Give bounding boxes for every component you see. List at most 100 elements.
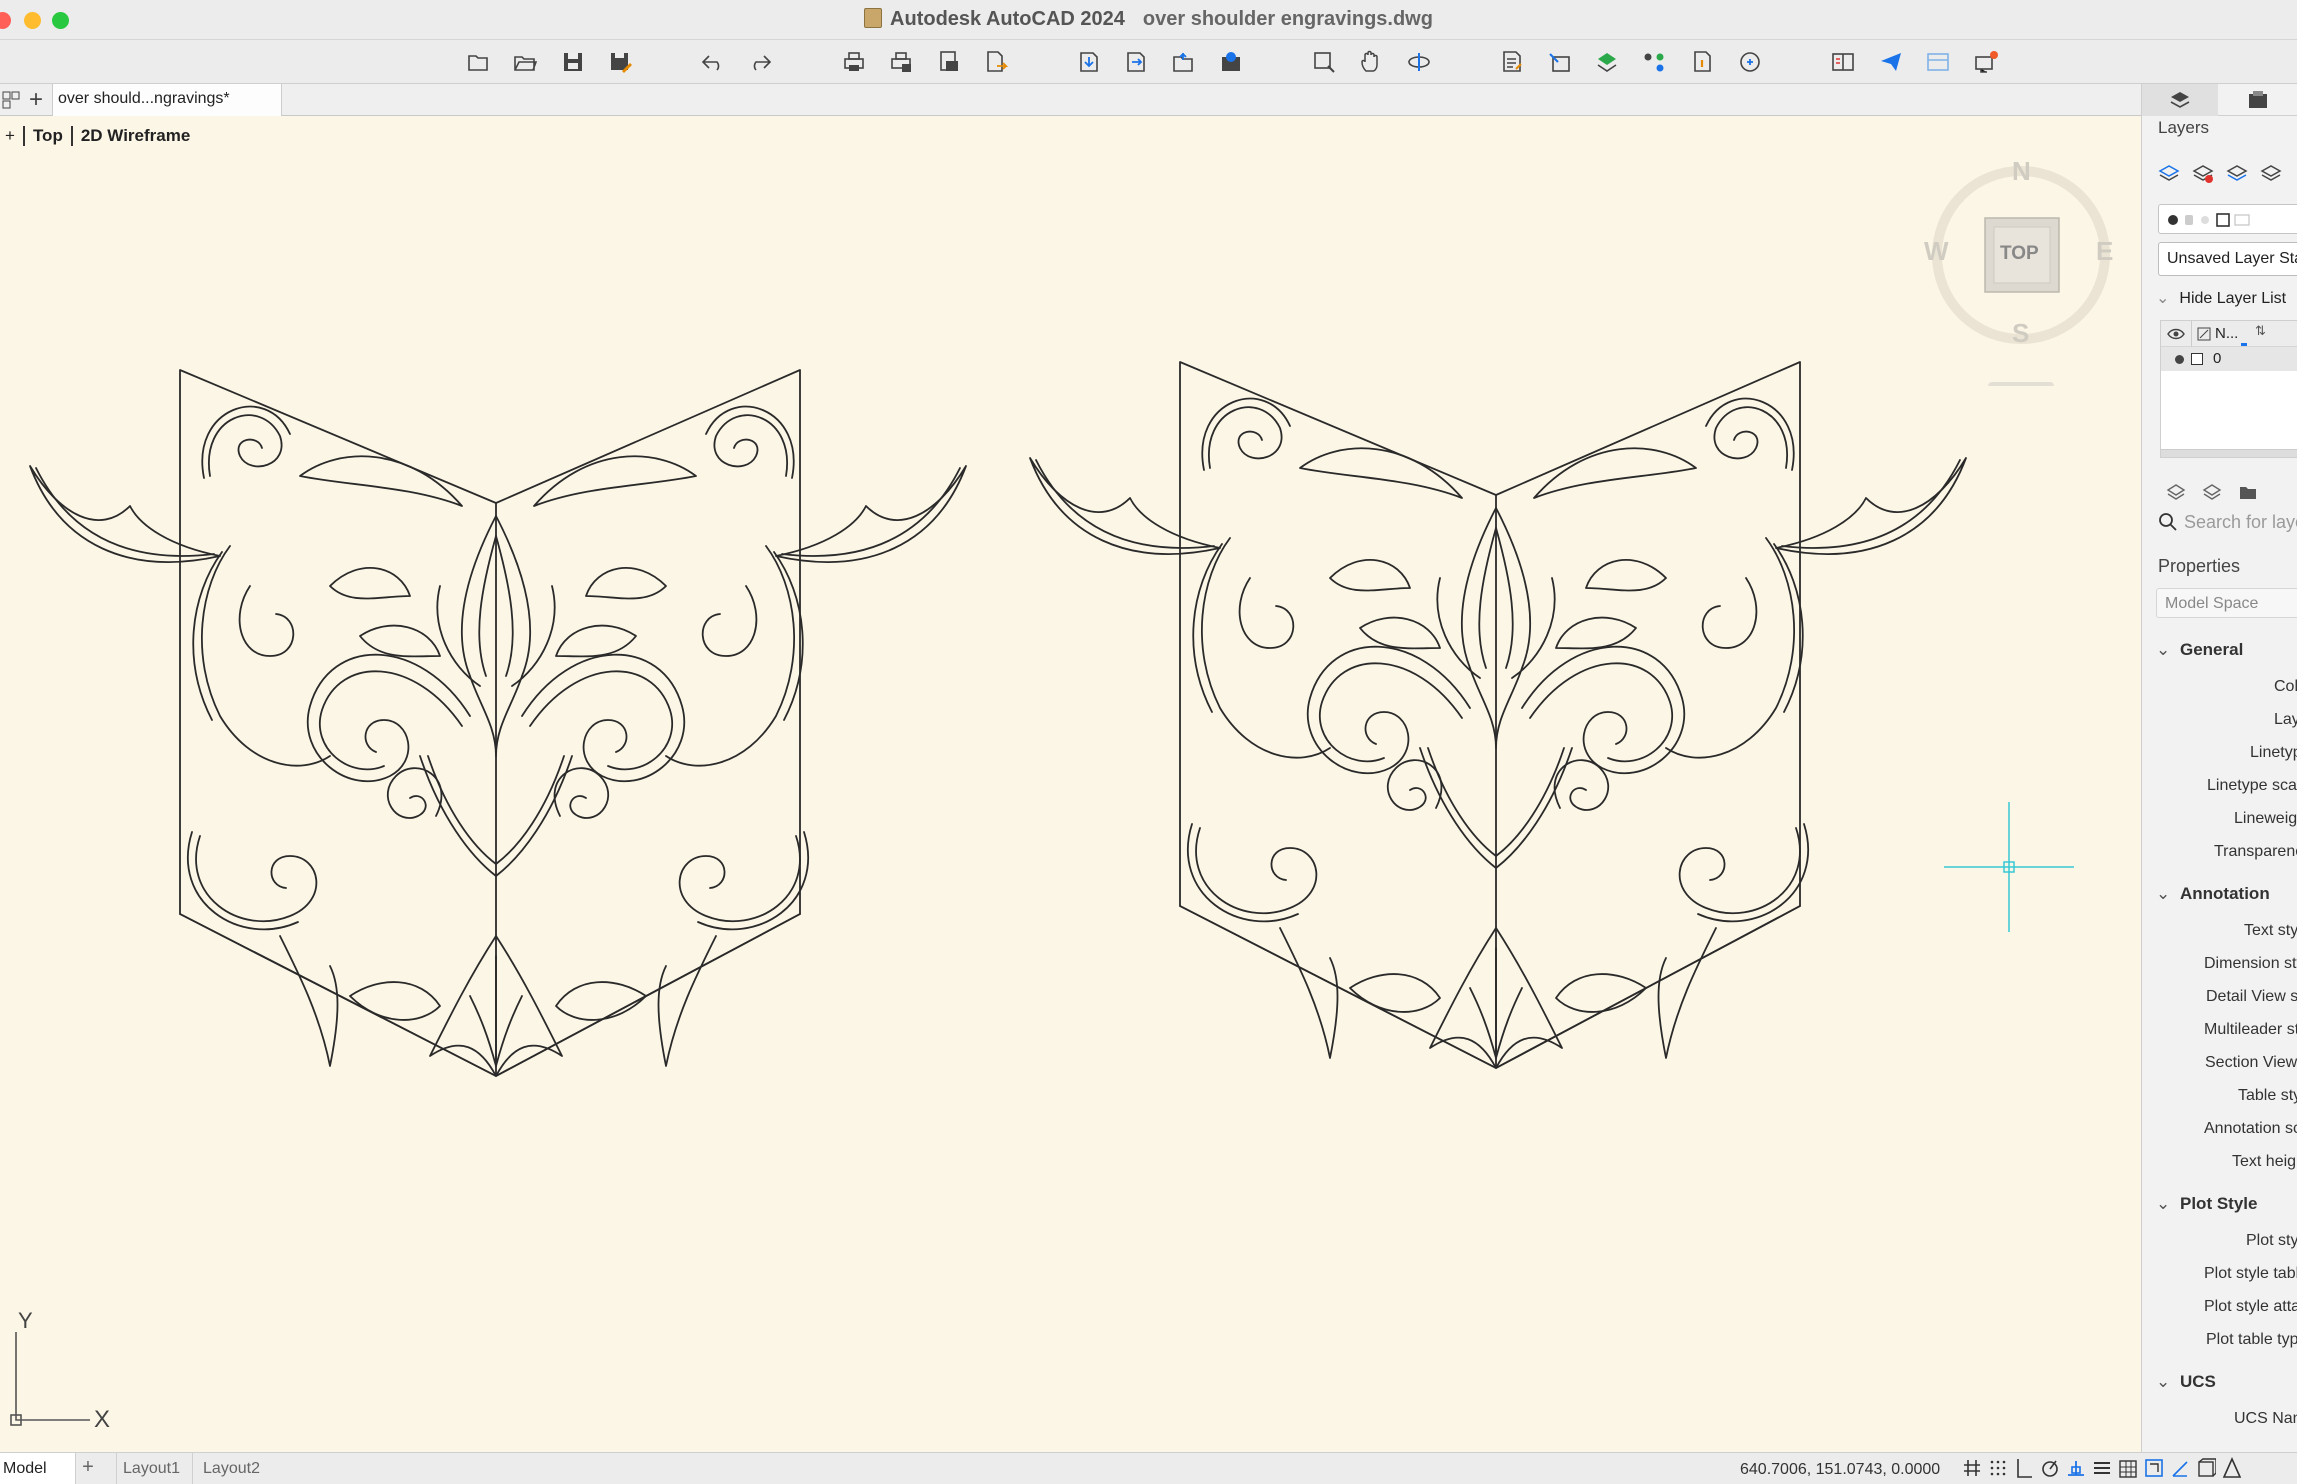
layer-properties-icon[interactable] [1498,48,1526,76]
title-bar: Autodesk AutoCAD 2024 over shoulder engra… [0,0,2297,40]
annotation-scale-icon[interactable] [2222,1457,2242,1479]
hide-layer-list-label: Hide Layer List [2179,290,2287,307]
document-tab-bar: + over should...ngravings* [0,84,2141,116]
layers-tab[interactable] [2142,84,2218,116]
layer-name: 0 [2213,350,2222,367]
selection-dropdown[interactable]: Model Space [2156,588,2297,618]
chevron-down-icon: ⌄ [2156,1372,2171,1391]
layer-bottom-tools [2166,482,2258,502]
prop-plot-style-table: Plot style table [2204,1265,2297,1282]
selection-cycling-icon[interactable] [2144,1457,2164,1479]
prop-text-height: Text height [2232,1153,2297,1170]
start-tab-grid-icon[interactable] [2,90,20,110]
save-as-icon[interactable] [607,48,635,76]
hide-layer-list-toggle[interactable]: ⌄ Hide Layer List [2156,288,2286,308]
import-icon[interactable] [1075,48,1103,76]
compare-icon[interactable] [1829,48,1857,76]
workspace-icon[interactable] [2196,1457,2216,1479]
prop-detail-view-style: Detail View style [2206,988,2297,1005]
viewcube[interactable]: N S E W TOP [1916,136,2126,394]
match-properties-icon[interactable] [1688,48,1716,76]
blocks-tab[interactable] [2220,84,2296,116]
ortho-icon[interactable] [2014,1457,2034,1479]
viewcube-south[interactable]: S [2012,318,2029,349]
export-icon[interactable] [1122,48,1150,76]
osnap-icon[interactable] [2066,1457,2086,1479]
prop-lineweight: Lineweight [2234,810,2297,827]
add-layout-plus-icon[interactable]: + [76,1453,100,1484]
prop-plot-style-attached: Plot style attached to [2204,1298,2297,1315]
prop-linetype-scale: Linetype scale [2207,777,2297,794]
layer-list-header: N... ⇅ [2161,321,2297,347]
properties-title: Properties [2158,556,2241,576]
prop-plot-table-type: Plot table type [2206,1331,2297,1348]
orbit-icon[interactable] [1405,48,1433,76]
new-layer-vp-icon[interactable] [2192,162,2214,184]
block-editor-icon[interactable] [1546,48,1574,76]
new-icon[interactable] [464,48,492,76]
layer-states-icon[interactable] [2226,162,2248,184]
new-layer-icon[interactable] [2158,162,2180,184]
zoom-window-icon[interactable] [1310,48,1338,76]
open-icon[interactable] [511,48,539,76]
grid-icon[interactable] [1962,1457,1982,1479]
chevron-down-icon: ⌄ [2156,640,2171,659]
dynamic-ucs-icon[interactable] [2170,1457,2190,1479]
layer-color-swatch[interactable] [2191,353,2203,365]
notifications-icon[interactable] [1972,48,2000,76]
layer-name-column[interactable]: N... [2215,325,2238,342]
markup-icon[interactable] [1924,48,1952,76]
layer-search[interactable]: Search for layer [2158,512,2297,542]
snap-icon[interactable] [1988,1457,2008,1479]
group-ucs[interactable]: ⌄ UCS [2156,1372,2216,1392]
layer-settings-icon[interactable] [2260,162,2282,184]
quick-select-icon[interactable] [1736,48,1764,76]
model-tab[interactable]: Model [0,1453,76,1484]
layer-color-icon [2197,327,2211,341]
xref-icon[interactable] [1593,48,1621,76]
group-general[interactable]: ⌄ General [2156,640,2243,660]
prop-plot-style: Plot style [2246,1232,2297,1249]
layer-list: N... ⇅ 0 [2160,320,2297,458]
layer-state-dropdown[interactable]: Unsaved Layer State [2158,242,2297,276]
layer-filter-bar[interactable] [2158,204,2297,234]
group-plot-style[interactable]: ⌄ Plot Style [2156,1194,2257,1214]
publish-icon[interactable] [982,48,1010,76]
prop-table-style: Table style [2238,1087,2297,1104]
attach-icon[interactable] [1169,48,1197,76]
group-annotation[interactable]: ⌄ Annotation [2156,884,2270,904]
prop-dimension-style: Dimension style [2204,955,2297,972]
pan-icon[interactable] [1357,48,1385,76]
layout2-tab[interactable]: Layout2 [192,1453,270,1484]
polar-icon[interactable] [2040,1457,2060,1479]
group-icon[interactable] [1640,48,1668,76]
plot-icon[interactable] [840,48,868,76]
layer-row[interactable]: 0 [2161,347,2297,371]
undo-icon[interactable] [699,48,727,76]
group-annotation-label: Annotation [2180,884,2270,903]
transparency-icon[interactable] [2118,1457,2138,1479]
layer-group-icon[interactable] [2202,482,2222,502]
search-placeholder: Search for layer [2184,512,2297,532]
viewcube-west[interactable]: W [1924,236,1949,267]
web-publish-icon[interactable] [1217,48,1245,76]
drawing-canvas[interactable]: + Top 2D Wireframe N S E W TOP Y X [0,116,2141,1452]
redo-icon[interactable] [746,48,774,76]
save-icon[interactable] [559,48,587,76]
document-tab[interactable]: over should...ngravings* [52,84,282,116]
lineweight-icon[interactable] [2092,1457,2112,1479]
viewcube-north[interactable]: N [2012,156,2031,187]
layer-list-scrollbar[interactable] [2161,449,2297,457]
layout1-tab[interactable]: Layout1 [116,1453,186,1484]
layer-filter-icon[interactable] [2166,482,2186,502]
plot-preview-icon[interactable] [935,48,963,76]
prop-linetype: Linetype [2250,744,2297,761]
folder-icon[interactable] [2238,482,2258,502]
new-tab-plus-icon[interactable]: + [26,86,46,114]
viewcube-east[interactable]: E [2096,236,2113,267]
batch-plot-icon[interactable] [887,48,915,76]
layer-on-icon[interactable] [2175,355,2184,364]
viewcube-top-face[interactable]: TOP [2000,243,2039,265]
prop-section-view-style: Section View style [2205,1054,2297,1071]
share-icon[interactable] [1877,48,1905,76]
